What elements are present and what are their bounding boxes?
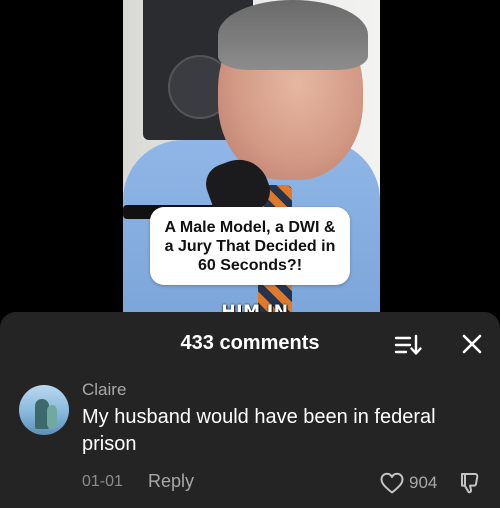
thumbs-down-icon xyxy=(461,473,479,494)
reply-button[interactable]: Reply xyxy=(148,471,194,492)
video-player[interactable]: A Male Model, a DWI & a Jury That Decide… xyxy=(0,0,500,330)
comment-date: 01-01 xyxy=(82,473,123,490)
dislike-button[interactable] xyxy=(458,470,484,496)
close-button[interactable] xyxy=(456,330,488,360)
comment-item: Claire My husband would have been in fed… xyxy=(0,374,500,508)
sort-icon xyxy=(394,334,422,355)
comments-count-title: 433 comments xyxy=(180,332,320,354)
comments-panel: 433 comments Claire My husband would hav… xyxy=(0,312,500,508)
like-count: 904 xyxy=(409,473,438,492)
sort-button[interactable] xyxy=(392,330,424,360)
comment-text: My husband would have been in federal pr… xyxy=(82,406,436,455)
speaker-hair xyxy=(218,0,368,70)
avatar[interactable] xyxy=(19,385,69,435)
close-icon xyxy=(462,334,482,354)
video-caption-box: A Male Model, a DWI & a Jury That Decide… xyxy=(150,207,350,285)
comment-meta: 01-01 Reply 904 xyxy=(82,470,492,496)
video-caption: A Male Model, a DWI & a Jury That Decide… xyxy=(164,218,336,274)
comments-header: 433 comments xyxy=(0,312,500,374)
avatar-figure-secondary xyxy=(47,405,57,429)
comment-author[interactable]: Claire xyxy=(82,380,126,400)
like-button[interactable]: 904 xyxy=(379,470,437,496)
heart-icon xyxy=(380,472,404,494)
